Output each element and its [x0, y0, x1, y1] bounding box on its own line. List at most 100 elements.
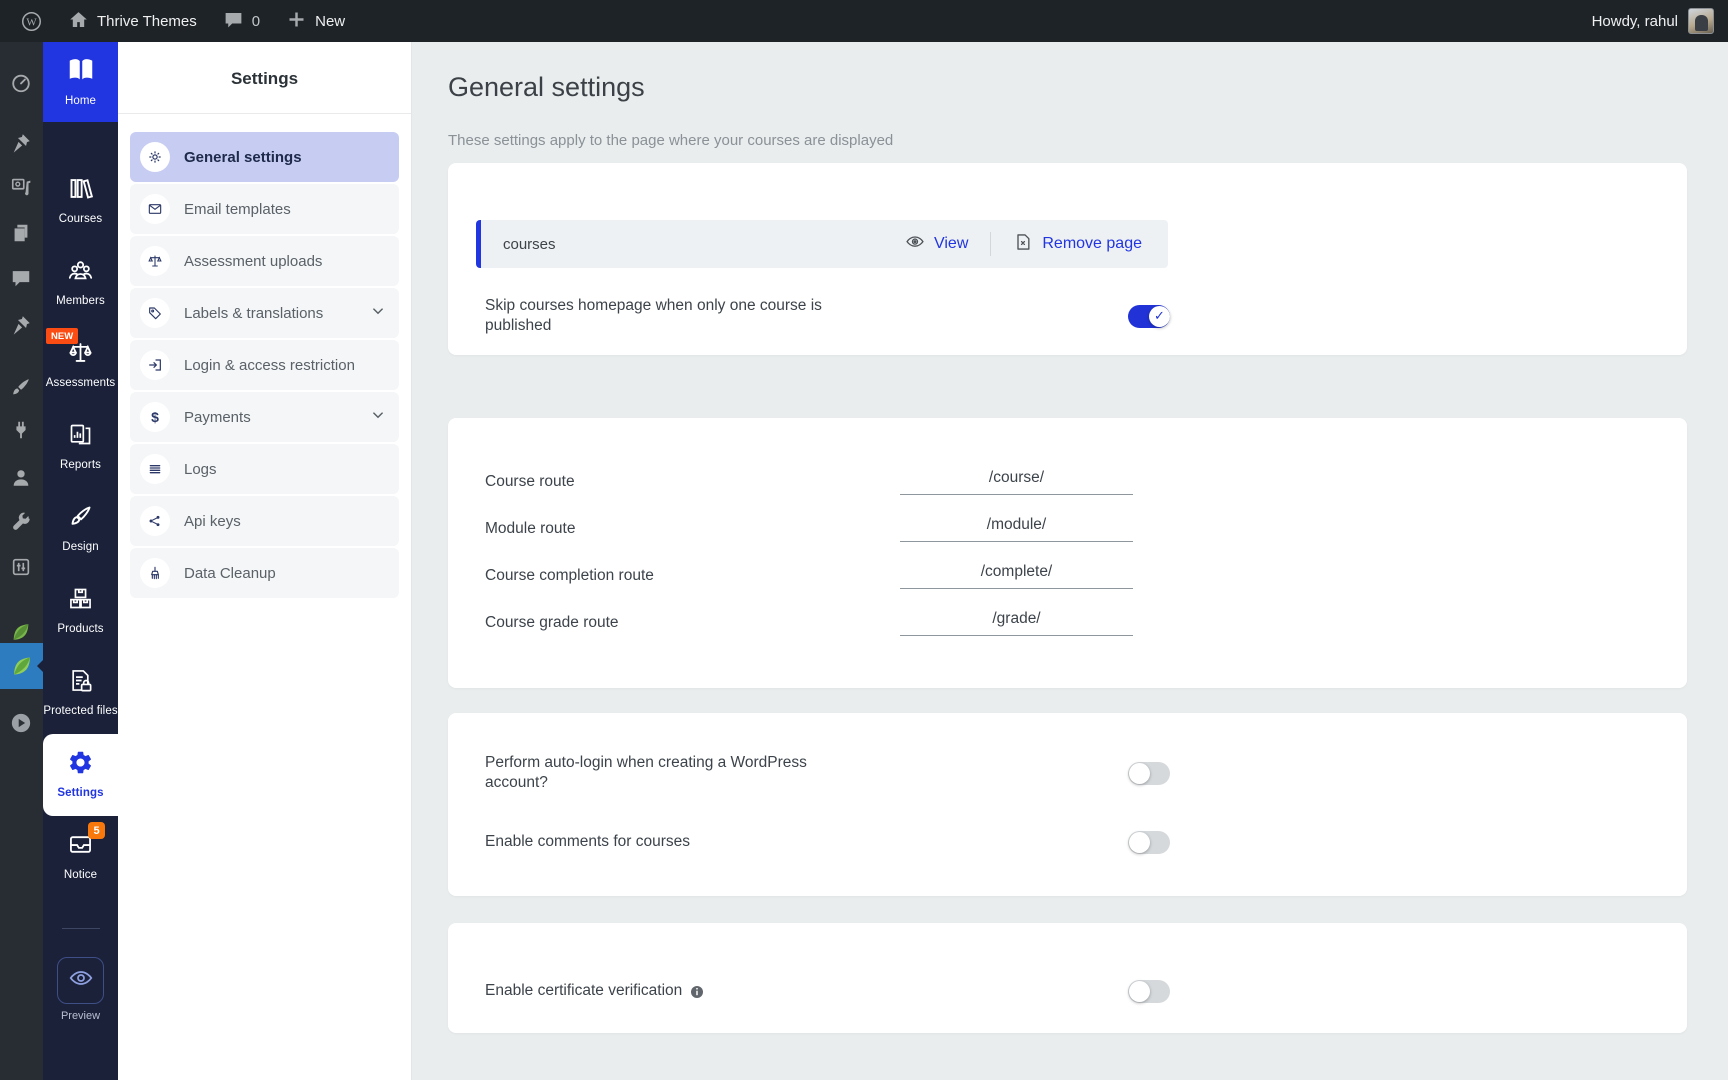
- eye-icon: [68, 965, 94, 996]
- new-menu[interactable]: New: [273, 0, 358, 42]
- auto-login-toggle[interactable]: [1128, 762, 1170, 785]
- lines-icon: [140, 454, 170, 484]
- wp-admin-sidebar: [0, 42, 43, 1080]
- sidebar-item-label: Products: [57, 622, 103, 636]
- sidebar-item-assessments[interactable]: NEW Assessments: [43, 324, 118, 406]
- skip-homepage-toggle[interactable]: ✓: [1128, 305, 1170, 328]
- route-row: Course grade route: [485, 599, 1170, 646]
- tools-wrench-icon[interactable]: [9, 510, 33, 534]
- sidebar-item-members[interactable]: Members: [43, 242, 118, 324]
- sidebar-item-notice[interactable]: 5 Notice: [43, 816, 118, 898]
- menu-item-labels-translations[interactable]: Labels & translations: [130, 288, 399, 338]
- skip-homepage-row: Skip courses homepage when only one cour…: [485, 296, 1170, 336]
- comments-sidebar-icon[interactable]: [9, 266, 33, 290]
- sidebar-item-reports[interactable]: Reports: [43, 406, 118, 488]
- route-row: Course completion route: [485, 552, 1170, 599]
- sidebar-item-label: Courses: [59, 212, 103, 226]
- new-label: New: [315, 13, 345, 30]
- enable-comments-toggle[interactable]: [1128, 831, 1170, 854]
- site-name: Thrive Themes: [97, 13, 197, 30]
- grade-route-input[interactable]: [900, 610, 1133, 636]
- module-route-input[interactable]: [900, 516, 1133, 542]
- pin-post-icon[interactable]: [9, 131, 33, 155]
- menu-item-login-access[interactable]: Login & access restriction: [130, 340, 399, 390]
- sidebar-divider: [62, 928, 100, 929]
- certificate-row: Enable certificate verification: [485, 980, 1170, 1003]
- users-icon[interactable]: [9, 466, 33, 490]
- menu-item-label: Api keys: [184, 513, 387, 530]
- new-badge: NEW: [46, 328, 78, 344]
- comments-menu[interactable]: 0: [210, 0, 273, 42]
- course-route-label: Course route: [485, 473, 900, 491]
- avatar[interactable]: [1688, 8, 1714, 34]
- eye-icon: [905, 232, 925, 257]
- pin-post-icon-2[interactable]: [9, 313, 33, 337]
- info-icon[interactable]: [689, 984, 705, 1000]
- main-content: General settings These settings apply to…: [412, 42, 1728, 1080]
- menu-item-label: General settings: [184, 149, 387, 166]
- course-page-card: courses View Remove page Skip courses ho…: [448, 163, 1687, 355]
- chevron-down-icon: [369, 406, 387, 429]
- menu-item-label: Assessment uploads: [184, 253, 387, 270]
- certificate-card: Enable certificate verification: [448, 923, 1687, 1033]
- gear-icon: [67, 749, 94, 781]
- view-label: View: [934, 235, 968, 253]
- menu-item-payments[interactable]: $ Payments: [130, 392, 399, 442]
- module-route-label: Module route: [485, 520, 900, 538]
- completion-route-input[interactable]: [900, 563, 1133, 589]
- pages-icon[interactable]: [9, 221, 33, 245]
- account-options-card: Perform auto-login when creating a WordP…: [448, 713, 1687, 895]
- dashboard-icon[interactable]: [9, 71, 33, 95]
- route-row: Module route: [485, 505, 1170, 552]
- menu-item-email-templates[interactable]: Email templates: [130, 184, 399, 234]
- thrive-dashboard-active-item[interactable]: [0, 643, 43, 689]
- sidebar-item-settings[interactable]: Settings: [43, 734, 118, 816]
- certificate-toggle[interactable]: [1128, 980, 1170, 1003]
- appearance-brush-icon[interactable]: [9, 375, 33, 399]
- comment-icon: [223, 9, 244, 34]
- tag-icon: [140, 298, 170, 328]
- scale-icon: [140, 246, 170, 276]
- scale-icon: [67, 339, 94, 371]
- dollar-icon: $: [140, 402, 170, 432]
- sidebar-item-protected-files[interactable]: Protected files: [43, 652, 118, 734]
- thrive-leaf-icon[interactable]: [9, 620, 33, 644]
- sidebar-item-products[interactable]: Products: [43, 570, 118, 652]
- broom-icon: [140, 558, 170, 588]
- media-icon[interactable]: [9, 174, 33, 198]
- toggle-knob: [1129, 981, 1150, 1002]
- paintbrush-icon: [67, 503, 94, 535]
- plugins-plug-icon[interactable]: [9, 418, 33, 442]
- course-route-input[interactable]: [900, 469, 1133, 495]
- preview-button[interactable]: [57, 957, 104, 1004]
- sidebar-item-label: Design: [62, 540, 98, 554]
- sidebar-item-courses[interactable]: Courses: [43, 160, 118, 242]
- menu-item-data-cleanup[interactable]: Data Cleanup: [130, 548, 399, 598]
- menu-item-api-keys[interactable]: Api keys: [130, 496, 399, 546]
- site-menu[interactable]: Thrive Themes: [55, 0, 210, 42]
- preview-label: Preview: [61, 1010, 100, 1022]
- settings-panel: Settings General settings Email template…: [118, 42, 412, 1080]
- menu-item-label: Login & access restriction: [184, 357, 387, 374]
- chevron-down-icon: [369, 302, 387, 325]
- howdy-text[interactable]: Howdy, rahul: [1592, 13, 1678, 30]
- sidebar-item-home[interactable]: Home: [43, 42, 118, 122]
- routes-card: Course route Module route Course complet…: [448, 418, 1687, 688]
- menu-item-assessment-uploads[interactable]: Assessment uploads: [130, 236, 399, 286]
- enable-comments-label: Enable comments for courses: [485, 832, 690, 852]
- remove-page-link[interactable]: Remove page: [1013, 232, 1142, 257]
- options-sliders-icon[interactable]: [9, 555, 33, 579]
- menu-item-general-settings[interactable]: General settings: [130, 132, 399, 182]
- boxes-icon: [67, 585, 94, 617]
- video-play-icon[interactable]: [9, 711, 33, 735]
- sidebar-item-design[interactable]: Design: [43, 488, 118, 570]
- menu-item-label: Email templates: [184, 201, 387, 218]
- panel-title: Settings: [118, 42, 411, 113]
- menu-item-label: Data Cleanup: [184, 565, 387, 582]
- view-link[interactable]: View: [905, 232, 968, 257]
- login-icon: [140, 350, 170, 380]
- wordpress-logo-icon[interactable]: W: [8, 0, 55, 42]
- menu-item-logs[interactable]: Logs: [130, 444, 399, 494]
- sidebar-item-label: Protected files: [43, 704, 117, 718]
- links-divider: [990, 232, 991, 256]
